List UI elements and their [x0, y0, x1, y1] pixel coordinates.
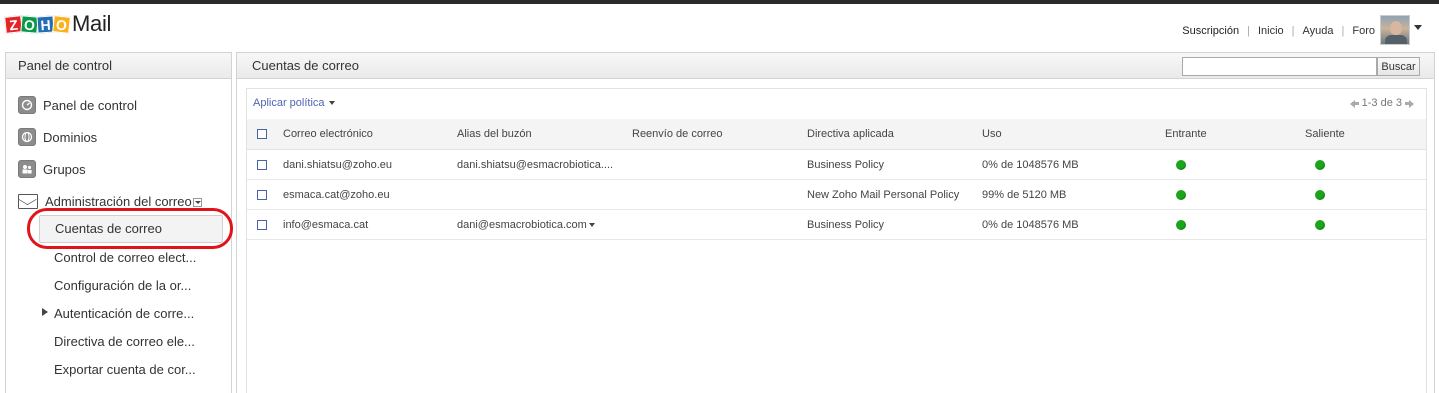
incoming-status-icon[interactable] — [1176, 160, 1186, 170]
cell-alias: dani@esmacrobiotica.com — [457, 219, 587, 231]
sidebar-subitem-mail-policy[interactable]: Directiva de correo ele... — [54, 334, 209, 349]
avatar-body — [1385, 35, 1407, 44]
column-header-incoming[interactable]: Entrante — [1165, 119, 1207, 150]
sidebar-subitem-mail-accounts[interactable]: Cuentas de correo — [39, 215, 223, 243]
chevron-down-icon[interactable] — [588, 223, 595, 228]
cell-policy: Business Policy — [807, 219, 885, 231]
zoho-mail-logo[interactable]: Z O H O Mail — [4, 11, 112, 37]
logo-letter-o-2: O — [52, 14, 71, 34]
cell-usage: 0% de 1048576 MB — [982, 219, 1079, 231]
sidebar-subitem-email-control[interactable]: Control de correo elect... — [54, 250, 209, 265]
nav-forum-link[interactable]: Foro — [1352, 25, 1375, 37]
accounts-table: Correo electrónico Alias del buzón Reenv… — [247, 119, 1426, 240]
row-checkbox[interactable] — [257, 160, 267, 170]
select-all-checkbox[interactable] — [257, 129, 267, 139]
table-row[interactable]: esmaca.cat@zoho.eu New Zoho Mail Persona… — [247, 180, 1426, 210]
sidebar-subitem-org-settings[interactable]: Configuración de la or... — [54, 278, 209, 293]
outgoing-status-icon[interactable] — [1315, 190, 1325, 200]
column-header-usage[interactable]: Uso — [982, 119, 1002, 150]
next-page-icon[interactable] — [1405, 99, 1414, 108]
table-header-row: Correo electrónico Alias del buzón Reenv… — [247, 119, 1426, 150]
cell-email[interactable]: dani.shiatsu@zoho.eu — [283, 150, 392, 180]
column-header-alias[interactable]: Alias del buzón — [457, 119, 627, 150]
control-panel-sidebar: Panel de control Panel de control Domini… — [5, 52, 232, 393]
pagination-label: 1-3 de 3 — [1361, 97, 1402, 109]
incoming-status-icon[interactable] — [1176, 190, 1186, 200]
cell-alias-dropdown[interactable]: dani@esmacrobiotica.com — [457, 210, 627, 240]
previous-page-icon[interactable] — [1349, 99, 1359, 108]
pagination: 1-3 de 3 — [1349, 97, 1414, 109]
row-checkbox[interactable] — [257, 220, 267, 230]
panel-header: Cuentas de correo Buscar — [237, 53, 1434, 79]
sidebar-item-label: Dominios — [43, 129, 98, 145]
sidebar-title: Panel de control — [6, 53, 231, 79]
top-navigation: Suscripción | Inicio | Ayuda | Foro — [1182, 25, 1375, 37]
nav-separator: | — [1291, 25, 1295, 37]
outgoing-status-icon[interactable] — [1315, 160, 1325, 170]
sidebar-item-control-panel[interactable]: Panel de control — [18, 94, 137, 116]
dashboard-icon — [18, 96, 36, 114]
nav-subscription-link[interactable]: Suscripción — [1182, 25, 1239, 37]
expand-arrow-icon[interactable] — [42, 308, 48, 316]
sidebar-subitem-mail-authentication[interactable]: Autenticación de corre... — [54, 306, 209, 321]
outgoing-status-icon[interactable] — [1315, 220, 1325, 230]
sidebar-item-domains[interactable]: Dominios — [18, 126, 97, 148]
page-title: Cuentas de correo — [252, 58, 359, 73]
cell-policy: Business Policy — [807, 159, 885, 171]
apply-policy-label: Aplicar política — [253, 97, 325, 109]
logo-product-name: Mail — [72, 11, 112, 36]
nav-home-link[interactable]: Inicio — [1258, 25, 1284, 37]
cell-email[interactable]: esmaca.cat@zoho.eu — [283, 180, 390, 210]
sidebar-subitem-export-account[interactable]: Exportar cuenta de cor... — [54, 362, 209, 377]
table-row[interactable]: info@esmaca.cat dani@esmacrobiotica.com … — [247, 210, 1426, 240]
apply-policy-dropdown[interactable]: Aplicar política — [253, 97, 335, 109]
cell-usage: 0% de 1048576 MB — [982, 159, 1079, 171]
incoming-status-icon[interactable] — [1176, 220, 1186, 230]
sidebar-item-label: Panel de control — [43, 97, 137, 113]
sidebar-item-mail-admin[interactable]: Administración del correo — [18, 190, 202, 212]
top-bar — [0, 0, 1439, 4]
column-header-forwarding[interactable]: Reenvío de correo — [632, 119, 723, 150]
group-icon — [18, 160, 36, 178]
zoho-logo-blocks: Z O H O — [4, 14, 71, 34]
accounts-content: Aplicar política 1-3 de 3 Correo electró… — [246, 88, 1427, 393]
avatar-dropdown-icon[interactable] — [1414, 25, 1422, 30]
sidebar-item-label: Grupos — [43, 161, 86, 177]
mail-icon — [18, 193, 38, 209]
search-input[interactable] — [1182, 57, 1377, 76]
chevron-down-icon — [328, 101, 335, 105]
nav-separator: | — [1341, 25, 1345, 37]
cell-email[interactable]: info@esmaca.cat — [283, 210, 368, 240]
expand-dropdown-icon[interactable] — [192, 197, 202, 207]
user-avatar[interactable] — [1380, 15, 1410, 45]
row-checkbox[interactable] — [257, 190, 267, 200]
column-header-email[interactable]: Correo electrónico — [283, 119, 373, 150]
nav-help-link[interactable]: Ayuda — [1303, 25, 1334, 37]
search-button[interactable]: Buscar — [1377, 57, 1420, 76]
globe-icon — [18, 128, 36, 146]
cell-policy: New Zoho Mail Personal Policy — [807, 189, 960, 201]
cell-usage: 99% de 5120 MB — [982, 189, 1067, 201]
column-header-outgoing[interactable]: Saliente — [1305, 119, 1345, 150]
avatar-face — [1390, 21, 1402, 35]
cell-alias: dani.shiatsu@esmacrobiotica.... — [457, 159, 614, 171]
mail-accounts-panel: Cuentas de correo Buscar Aplicar polític… — [236, 52, 1435, 393]
sidebar-item-label: Administración del correo — [45, 193, 192, 209]
table-row[interactable]: dani.shiatsu@zoho.eu dani.shiatsu@esmacr… — [247, 150, 1426, 180]
sidebar-item-groups[interactable]: Grupos — [18, 158, 86, 180]
nav-separator: | — [1247, 25, 1250, 37]
column-header-policy[interactable]: Directiva aplicada — [807, 119, 894, 150]
